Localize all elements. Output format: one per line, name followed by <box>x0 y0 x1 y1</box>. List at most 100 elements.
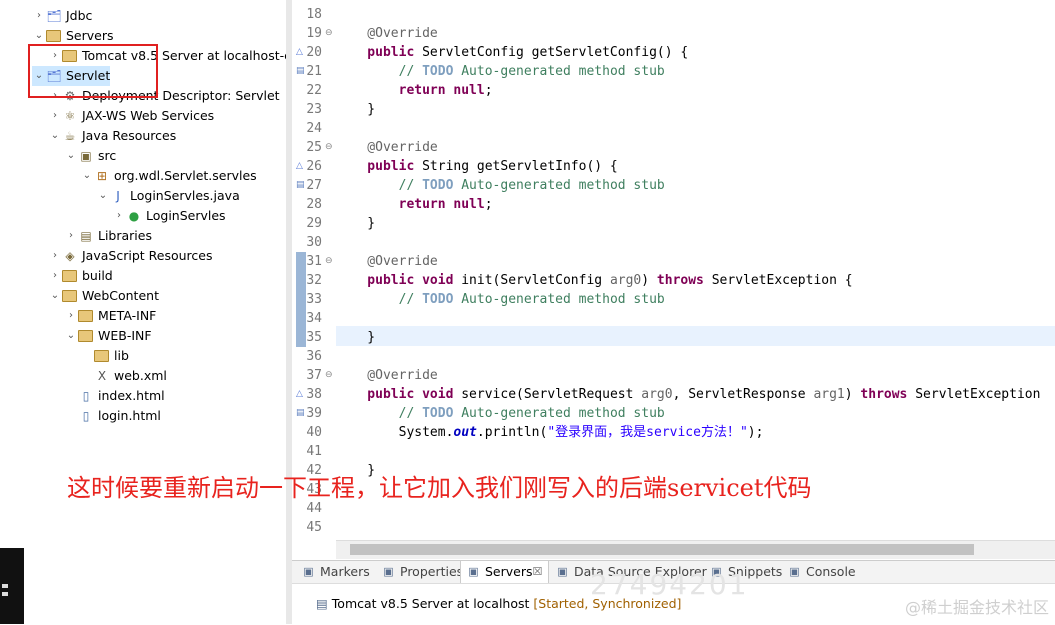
tree-item[interactable]: › ◈ JavaScript Resources <box>48 246 212 266</box>
code-line[interactable]: System.out.println("登录界面，我是service方法！"); <box>336 423 764 442</box>
tree-item[interactable]: ⌄ J LoginServles.java <box>96 186 240 206</box>
chevron-right-icon[interactable]: › <box>48 266 62 286</box>
code-line[interactable]: // TODO Auto-generated method stub <box>336 176 665 195</box>
close-icon[interactable]: ☒ <box>533 561 543 583</box>
chevron-right-icon[interactable]: › <box>112 206 126 226</box>
tab-markers[interactable]: ▣ Markers <box>296 561 376 583</box>
line-number: 37 <box>306 368 322 383</box>
tree-item[interactable]: ▯ index.html <box>64 386 165 406</box>
code-token: throws <box>656 273 712 288</box>
side-marker <box>2 584 8 588</box>
java-file-icon: J <box>116 189 120 203</box>
fold-toggle-icon[interactable]: ⊖ <box>325 138 333 157</box>
fold-toggle-icon[interactable]: ⊖ <box>325 366 333 385</box>
tree-item-label: web.xml <box>114 368 167 383</box>
tree-item[interactable]: › META-INF <box>64 306 156 326</box>
code-line[interactable]: @Override <box>336 252 438 271</box>
tree-item-label: org.wdl.Servlet.servles <box>114 168 257 183</box>
chevron-right-icon[interactable]: › <box>64 226 78 246</box>
server-icon: ▤ <box>316 596 332 611</box>
code-line[interactable]: } <box>336 214 375 233</box>
editor-horizontal-scrollbar[interactable] <box>336 540 1055 559</box>
code-line[interactable]: // TODO Auto-generated method stub <box>336 62 665 81</box>
tree-item[interactable]: ⌄ Servers <box>32 26 114 46</box>
tree-item[interactable]: lib <box>80 346 129 366</box>
scrollbar-thumb[interactable] <box>350 544 974 555</box>
tree-item[interactable]: ⌄ WEB-INF <box>64 326 152 346</box>
tab-servers[interactable]: ▣ Servers ☒ <box>460 561 550 583</box>
code-line[interactable]: public ServletConfig getServletConfig() … <box>336 43 688 62</box>
tree-item[interactable]: › ● LoginServles <box>112 206 226 226</box>
chevron-down-icon[interactable]: ⌄ <box>96 186 110 206</box>
chevron-down-icon[interactable]: ⌄ <box>64 326 78 346</box>
source-folder-icon: ▣ <box>80 149 92 163</box>
line-number: 25 <box>306 140 322 155</box>
line-number: 29 <box>306 216 322 231</box>
tab-properties[interactable]: ▣ Properties <box>376 561 469 583</box>
line-number: 40 <box>306 425 322 440</box>
code-token: ) <box>641 273 657 288</box>
line-number: 24 <box>306 121 322 136</box>
tree-item[interactable]: › 🗂 Jdbc <box>32 6 92 26</box>
tree-item[interactable]: ⌄ WebContent <box>48 286 159 306</box>
chevron-down-icon[interactable]: ⌄ <box>48 126 62 146</box>
chevron-right-icon[interactable]: › <box>48 246 62 266</box>
chevron-down-icon[interactable]: ⌄ <box>48 286 62 306</box>
server-name: Tomcat v8.5 Server at localhost <box>331 596 530 611</box>
code-line[interactable]: } <box>336 100 375 119</box>
chevron-right-icon[interactable]: › <box>32 6 46 26</box>
tab-console[interactable]: ▣ Console <box>782 561 862 583</box>
watermark: @稀土掘金技术社区 <box>904 598 1049 617</box>
code-token: // <box>336 178 423 193</box>
tree-item-label: Servers <box>66 28 114 43</box>
line-number: 36 <box>306 349 322 364</box>
task-marker-icon[interactable]: ▤ <box>296 176 305 195</box>
folder-icon <box>62 290 77 302</box>
chevron-down-icon[interactable]: ⌄ <box>64 146 78 166</box>
fold-toggle-icon[interactable]: ⊖ <box>325 24 333 43</box>
code-line[interactable]: return null; <box>336 195 493 214</box>
project-icon: 🗂 <box>46 9 62 23</box>
code-token: TODO <box>422 178 454 193</box>
code-token: ) <box>844 387 861 402</box>
tree-item[interactable]: › ▤ Libraries <box>64 226 152 246</box>
chevron-right-icon[interactable]: › <box>48 106 62 126</box>
tree-item[interactable]: ⌄ ▣ src <box>64 146 116 166</box>
code-token: @Override <box>336 140 438 155</box>
code-line[interactable]: public void init(ServletConfig arg0) thr… <box>336 271 852 290</box>
chevron-down-icon[interactable]: ⌄ <box>80 166 94 186</box>
code-line[interactable]: public String getServletInfo() { <box>336 157 618 176</box>
code-line[interactable]: // TODO Auto-generated method stub <box>336 404 665 423</box>
code-token: String getServletInfo() { <box>422 159 618 174</box>
tree-item[interactable]: ⌄ ⊞ org.wdl.Servlet.servles <box>80 166 257 186</box>
code-editor[interactable]: @Override public ServletConfig getServle… <box>336 0 1055 540</box>
side-dark-panel <box>0 548 24 624</box>
code-token: // <box>336 292 423 307</box>
java-resources-icon: ☕ <box>64 129 76 143</box>
code-line[interactable]: public void service(ServletRequest arg0,… <box>336 385 1040 404</box>
tree-item[interactable]: › build <box>48 266 113 286</box>
chevron-down-icon[interactable]: ⌄ <box>32 26 46 46</box>
folder-icon <box>46 30 61 42</box>
tree-item[interactable]: ▯ login.html <box>64 406 161 426</box>
tree-item[interactable]: Xweb.xml <box>80 366 167 386</box>
override-marker-icon[interactable]: △ <box>296 157 303 176</box>
tree-item[interactable]: › ⚛ JAX-WS Web Services <box>48 106 214 126</box>
tree-item[interactable]: ⌄ ☕ Java Resources <box>48 126 176 146</box>
task-marker-icon[interactable]: ▤ <box>296 404 305 423</box>
code-line[interactable]: return null; <box>336 81 493 100</box>
code-line[interactable]: @Override <box>336 24 437 43</box>
code-line[interactable]: // TODO Auto-generated method stub <box>336 290 665 309</box>
code-line[interactable]: @Override <box>336 138 438 157</box>
code-token: public void <box>336 273 462 288</box>
task-marker-icon[interactable]: ▤ <box>296 62 305 81</box>
override-marker-icon[interactable]: △ <box>296 43 303 62</box>
code-token: @Override <box>336 254 438 269</box>
override-marker-icon[interactable]: △ <box>296 385 303 404</box>
code-line[interactable]: } <box>336 328 375 347</box>
fold-toggle-icon[interactable]: ⊖ <box>325 252 333 271</box>
line-number: 18 <box>306 7 322 22</box>
line-number: 19 <box>306 26 322 41</box>
chevron-right-icon[interactable]: › <box>64 306 78 326</box>
code-line[interactable]: @Override <box>336 366 437 385</box>
